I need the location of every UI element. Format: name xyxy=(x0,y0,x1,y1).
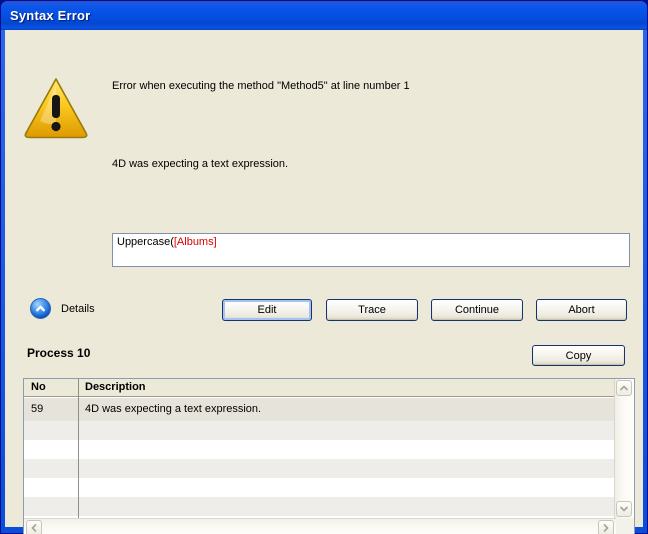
empty-row xyxy=(24,440,614,459)
abort-button[interactable]: Abort xyxy=(536,299,627,321)
vertical-scrollbar[interactable] xyxy=(614,379,634,518)
details-label: Details xyxy=(61,303,95,315)
titlebar[interactable]: Syntax Error xyxy=(1,1,647,30)
error-message-line2: 4D was expecting a text expression. xyxy=(112,158,612,170)
chevron-down-icon xyxy=(619,504,629,514)
horizontal-scrollbar[interactable] xyxy=(24,518,616,534)
column-divider xyxy=(78,379,79,518)
dialog-body: Error when executing the method "Method5… xyxy=(5,30,643,527)
error-list-header: No Description xyxy=(24,379,634,397)
window-title: Syntax Error xyxy=(10,8,90,23)
error-row-number: 59 xyxy=(31,403,43,415)
scrollbar-corner xyxy=(616,518,634,534)
chevron-left-icon xyxy=(29,523,39,533)
expression-error-token: [Albums] xyxy=(174,236,217,248)
scroll-down-button[interactable] xyxy=(616,501,632,517)
trace-button[interactable]: Trace xyxy=(326,299,418,321)
column-header-description: Description xyxy=(85,381,146,393)
empty-row xyxy=(24,459,614,478)
details-toggle-button[interactable] xyxy=(30,298,51,319)
empty-row xyxy=(24,478,614,497)
expression-field[interactable]: Uppercase([Albums] xyxy=(112,233,630,267)
scroll-left-button[interactable] xyxy=(26,520,42,534)
copy-button[interactable]: Copy xyxy=(532,345,625,366)
process-title: Process 10 xyxy=(27,346,90,360)
error-list: No Description 59 4D was expecting a tex… xyxy=(23,378,635,534)
chevron-up-icon xyxy=(34,302,47,315)
empty-row xyxy=(24,421,614,440)
scroll-up-button[interactable] xyxy=(616,380,632,396)
expression-code: Uppercase( xyxy=(117,236,174,248)
syntax-error-dialog: Syntax Error Error when executing the me… xyxy=(0,0,648,534)
scroll-right-button[interactable] xyxy=(598,520,614,534)
error-row-description: 4D was expecting a text expression. xyxy=(85,403,261,415)
continue-button[interactable]: Continue xyxy=(431,299,523,321)
error-row[interactable]: 59 4D was expecting a text expression. xyxy=(24,398,614,421)
empty-row xyxy=(24,497,614,516)
chevron-right-icon xyxy=(601,523,611,533)
warning-icon xyxy=(22,75,90,141)
chevron-up-icon xyxy=(619,383,629,393)
error-message-line1: Error when executing the method "Method5… xyxy=(112,80,612,92)
column-header-no: No xyxy=(31,381,46,393)
edit-button[interactable]: Edit xyxy=(222,299,312,321)
